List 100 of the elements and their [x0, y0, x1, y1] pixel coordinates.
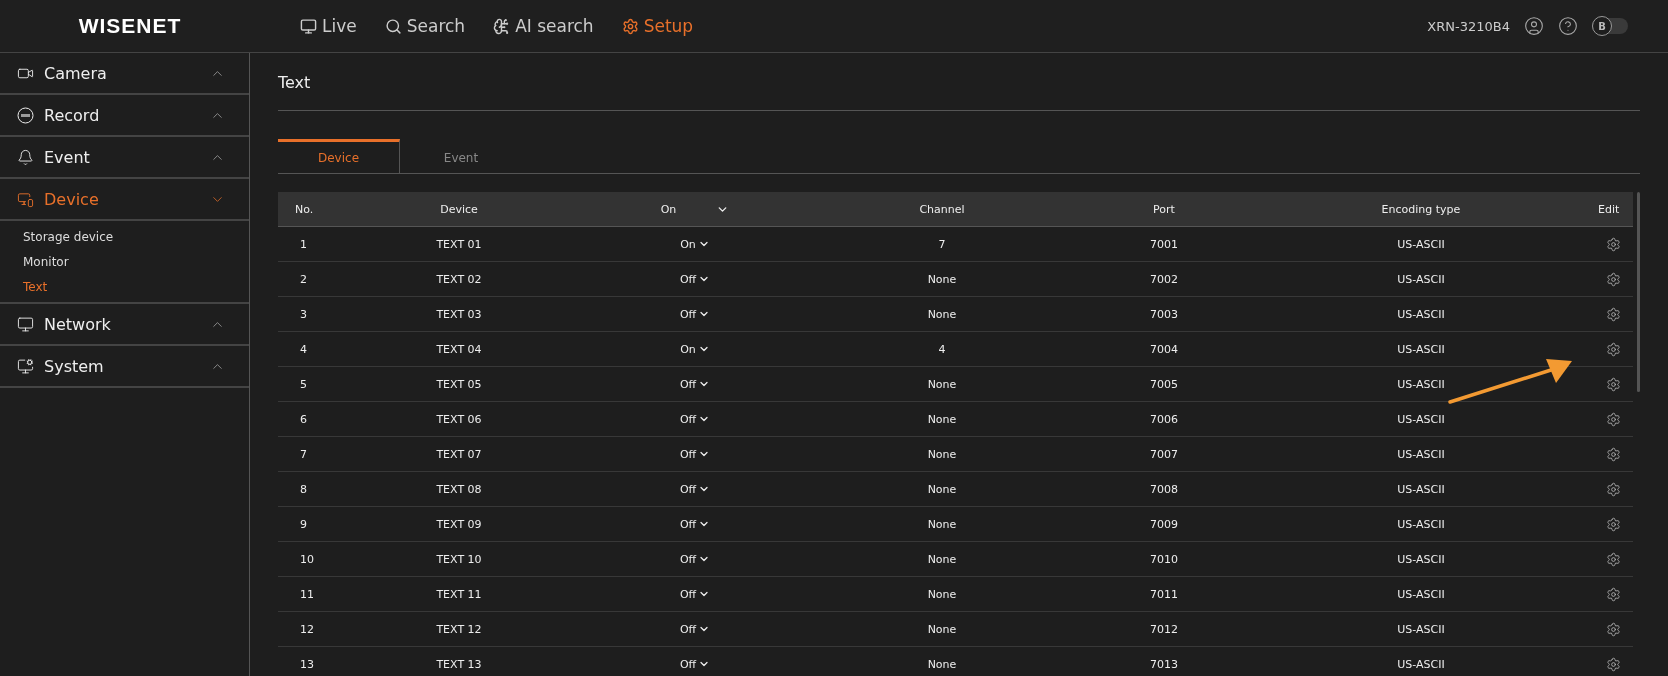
table-cell-text: TEXT 11	[435, 587, 483, 601]
table-cell-text: US-ASCII	[1396, 307, 1446, 321]
settings-button[interactable]	[1606, 341, 1622, 357]
on-off-dropdown[interactable]: Off	[590, 307, 800, 321]
settings-button[interactable]	[1606, 551, 1622, 567]
table-cell-text: 6	[299, 412, 308, 426]
table-cell-text: None	[926, 447, 958, 461]
user-icon[interactable]	[1524, 16, 1544, 36]
on-off-dropdown[interactable]: On	[590, 237, 800, 251]
table-cell-text: None	[926, 517, 958, 531]
table-cell-text: 7012	[1149, 622, 1179, 636]
column-filter-dropdown[interactable]: On	[590, 202, 800, 216]
table-cell-text: None	[926, 622, 958, 636]
table-cell-text: 4	[299, 342, 308, 356]
on-off-dropdown[interactable]: Off	[590, 272, 800, 286]
table-cell-text: 10	[299, 552, 315, 566]
settings-button[interactable]	[1606, 446, 1622, 462]
table-cell-text: 7010	[1149, 552, 1179, 566]
table-cell-text: TEXT 10	[435, 552, 483, 566]
sidebar-item[interactable]: Event	[0, 137, 249, 179]
settings-button[interactable]	[1606, 271, 1622, 287]
table-cell-text: 7006	[1149, 412, 1179, 426]
on-off-dropdown[interactable]: Off	[590, 657, 800, 671]
table-cell-text: 9	[299, 517, 308, 531]
settings-button[interactable]	[1606, 516, 1622, 532]
sidebar-item[interactable]: Camera	[0, 53, 249, 95]
column-header: Channel	[918, 202, 966, 216]
settings-button[interactable]	[1606, 586, 1622, 602]
settings-button[interactable]	[1606, 306, 1622, 322]
on-off-dropdown[interactable]: Off	[590, 552, 800, 566]
on-off-dropdown[interactable]: Off	[590, 622, 800, 636]
table-cell-text: 3	[299, 307, 308, 321]
tab[interactable]: Device	[278, 139, 400, 173]
table-cell-text: 7003	[1149, 307, 1179, 321]
table-cell-text: TEXT 04	[435, 342, 483, 356]
table-cell-text: TEXT 03	[435, 307, 483, 321]
table-cell-text: US-ASCII	[1396, 412, 1446, 426]
settings-button[interactable]	[1606, 481, 1622, 497]
sidebar-item[interactable]: Network	[0, 304, 249, 346]
settings-button[interactable]	[1606, 621, 1622, 637]
table-cell-text: 7005	[1149, 377, 1179, 391]
table-cell-text: 7002	[1149, 272, 1179, 286]
device-name: XRN-3210B4	[1427, 18, 1510, 34]
column-header: Encoding type	[1380, 202, 1462, 216]
table-cell-text: 4	[937, 342, 947, 356]
nav-link[interactable]: Search	[384, 16, 466, 36]
table-cell-text: TEXT 01	[435, 237, 483, 251]
tab[interactable]: Event	[400, 139, 522, 173]
monitor-icon	[17, 315, 34, 333]
table-cell-text: TEXT 06	[435, 412, 483, 426]
table-cell-text: US-ASCII	[1396, 517, 1446, 531]
submenu-item[interactable]: Monitor	[0, 249, 249, 274]
table-cell-text: 7	[299, 447, 308, 461]
settings-button[interactable]	[1606, 236, 1622, 252]
table-cell-text: None	[926, 307, 958, 321]
on-off-dropdown[interactable]: On	[590, 342, 800, 356]
submenu-item[interactable]: Storage device	[0, 224, 249, 249]
table-cell-text: 11	[299, 587, 315, 601]
monitor-icon	[300, 17, 317, 35]
table-cell-text: None	[926, 587, 958, 601]
settings-button[interactable]	[1606, 411, 1622, 427]
help-icon[interactable]	[1558, 16, 1578, 36]
table-cell-text: None	[926, 657, 958, 671]
sidebar-item[interactable]: Device	[0, 179, 249, 221]
table-cell-text: US-ASCII	[1396, 237, 1446, 251]
submenu-item[interactable]: Text	[0, 274, 249, 299]
table-cell-text: 13	[299, 657, 315, 671]
table-cell-text: TEXT 08	[435, 482, 483, 496]
table-cell-text: US-ASCII	[1396, 622, 1446, 636]
nav-link[interactable]: AI search	[493, 16, 594, 36]
table-cell-text: 12	[299, 622, 315, 636]
on-off-dropdown[interactable]: Off	[590, 377, 800, 391]
on-off-dropdown[interactable]: Off	[590, 587, 800, 601]
table-cell-text: TEXT 09	[435, 517, 483, 531]
table-cell-text: None	[926, 412, 958, 426]
table-cell-text: US-ASCII	[1396, 377, 1446, 391]
table-cell-text: None	[926, 272, 958, 286]
table-cell-text: TEXT 05	[435, 377, 483, 391]
rec-icon	[17, 106, 34, 124]
column-header: Device	[439, 202, 479, 216]
column-header: No.	[294, 202, 315, 216]
nav-link[interactable]: Live	[300, 16, 357, 36]
table-cell-text: 7004	[1149, 342, 1179, 356]
settings-button[interactable]	[1606, 656, 1622, 672]
logo: WISENET	[77, 14, 183, 38]
table-cell-text: TEXT 02	[435, 272, 483, 286]
page-title: Text	[278, 53, 1640, 111]
settings-button[interactable]	[1606, 376, 1622, 392]
scrollbar[interactable]	[1637, 192, 1640, 392]
on-off-dropdown[interactable]: Off	[590, 412, 800, 426]
on-off-dropdown[interactable]: Off	[590, 447, 800, 461]
theme-toggle[interactable]: B	[1592, 18, 1628, 34]
nav-link[interactable]: Setup	[621, 16, 694, 36]
sidebar-item[interactable]: System	[0, 346, 249, 388]
on-off-dropdown[interactable]: Off	[590, 517, 800, 531]
table-cell-text: None	[926, 377, 958, 391]
table-cell-text: TEXT 13	[435, 657, 483, 671]
table-cell-text: US-ASCII	[1396, 587, 1446, 601]
sidebar-item[interactable]: Record	[0, 95, 249, 137]
on-off-dropdown[interactable]: Off	[590, 482, 800, 496]
